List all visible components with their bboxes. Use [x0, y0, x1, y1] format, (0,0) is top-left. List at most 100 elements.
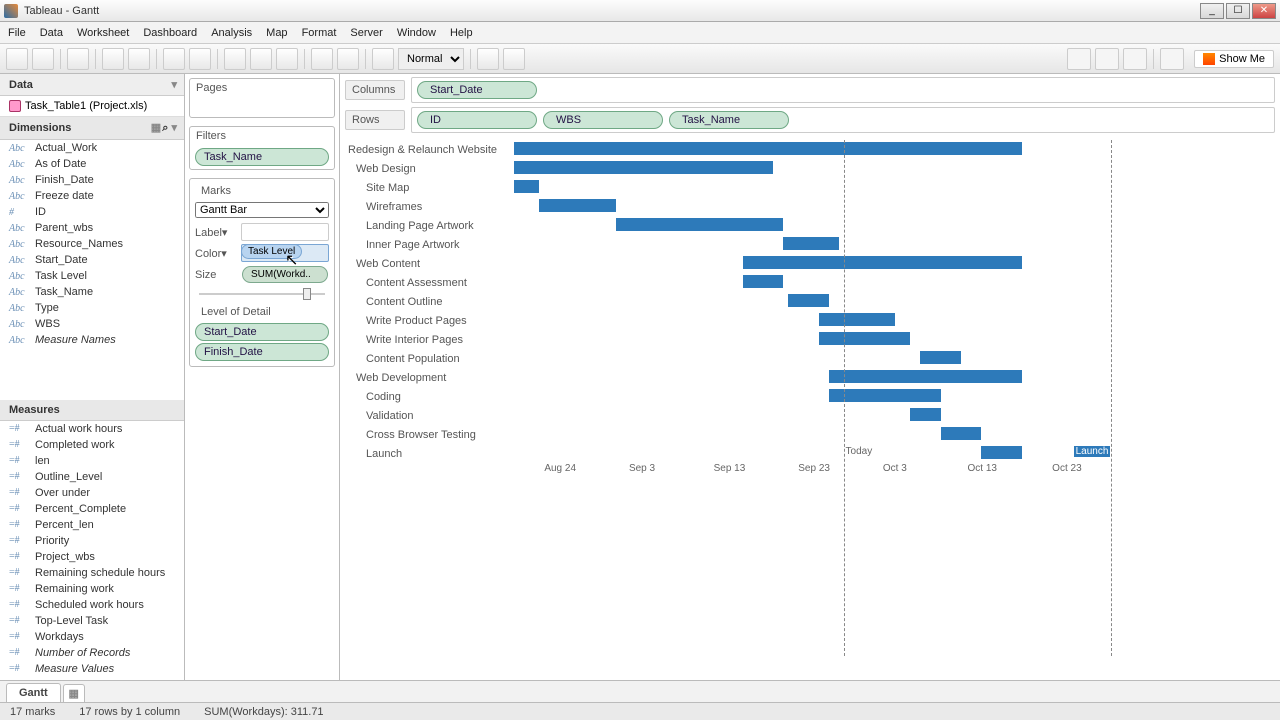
menu-help[interactable]: Help: [450, 27, 473, 39]
card-button-1[interactable]: [1067, 48, 1091, 70]
datasource[interactable]: Task_Table1 (Project.xls): [0, 96, 184, 117]
field-task-name[interactable]: AbcTask_Name: [0, 284, 184, 300]
gantt-bar[interactable]: [616, 218, 784, 231]
field-task-level[interactable]: AbcTask Level: [0, 268, 184, 284]
fit-select[interactable]: Normal: [398, 48, 464, 70]
forward-button[interactable]: [32, 48, 54, 70]
showme-button[interactable]: Show Me: [1194, 50, 1274, 68]
gantt-bar[interactable]: [514, 180, 539, 193]
field-len[interactable]: =#len: [0, 453, 184, 469]
presentation-button[interactable]: [372, 48, 394, 70]
field-priority[interactable]: =#Priority: [0, 533, 184, 549]
gantt-bar[interactable]: [743, 275, 784, 288]
menu-worksheet[interactable]: Worksheet: [77, 27, 129, 39]
rows-pill-wbs[interactable]: WBS: [543, 111, 663, 129]
gantt-bar[interactable]: [829, 370, 1022, 383]
rows-pill-id[interactable]: ID: [417, 111, 537, 129]
field-finish-date[interactable]: AbcFinish_Date: [0, 172, 184, 188]
size-shelf-label[interactable]: Size: [195, 269, 237, 281]
gantt-bar[interactable]: [819, 332, 910, 345]
save-button[interactable]: [67, 48, 89, 70]
minimize-button[interactable]: _: [1200, 3, 1224, 19]
gantt-bar[interactable]: [514, 142, 1022, 155]
view-icon[interactable]: ▦: [151, 122, 159, 134]
connect-button[interactable]: [102, 48, 124, 70]
card-button-2[interactable]: [1095, 48, 1119, 70]
field-scheduled-work-hours[interactable]: =#Scheduled work hours: [0, 597, 184, 613]
field-id[interactable]: #ID: [0, 204, 184, 220]
mark-type-select[interactable]: Gantt Bar: [195, 202, 329, 218]
field-actual-work[interactable]: AbcActual_Work: [0, 140, 184, 156]
menu-server[interactable]: Server: [350, 27, 382, 39]
group-button[interactable]: [311, 48, 333, 70]
lod-pill-finishdate[interactable]: Finish_Date: [195, 343, 329, 361]
columns-pill-startdate[interactable]: Start_Date: [417, 81, 537, 99]
menu-dashboard[interactable]: Dashboard: [143, 27, 197, 39]
field-completed-work[interactable]: =#Completed work: [0, 437, 184, 453]
pin-button[interactable]: [477, 48, 499, 70]
sort-asc-button[interactable]: [250, 48, 272, 70]
lod-pill-startdate[interactable]: Start_Date: [195, 323, 329, 341]
clear-button[interactable]: [189, 48, 211, 70]
field-resource-names[interactable]: AbcResource_Names: [0, 236, 184, 252]
menu-map[interactable]: Map: [266, 27, 287, 39]
menu-window[interactable]: Window: [397, 27, 436, 39]
color-shelf-label[interactable]: Color▾: [195, 247, 237, 260]
refresh-button[interactable]: [128, 48, 150, 70]
label-shelf[interactable]: [241, 223, 329, 241]
gantt-bar[interactable]: [819, 313, 895, 326]
field-start-date[interactable]: AbcStart_Date: [0, 252, 184, 268]
field-number-of-records[interactable]: =#Number of Records: [0, 645, 184, 661]
sort-desc-button[interactable]: [276, 48, 298, 70]
field-as-of-date[interactable]: AbcAs of Date: [0, 156, 184, 172]
field-freeze-date[interactable]: AbcFreeze date: [0, 188, 184, 204]
columns-shelf[interactable]: Start_Date: [411, 77, 1275, 103]
field-parent-wbs[interactable]: AbcParent_wbs: [0, 220, 184, 236]
drag-pill-tasklevel[interactable]: Task Level: [241, 244, 302, 259]
field-percent-complete[interactable]: =#Percent_Complete: [0, 501, 184, 517]
gantt-bar[interactable]: [829, 389, 941, 402]
field-wbs[interactable]: AbcWBS: [0, 316, 184, 332]
size-slider[interactable]: [199, 287, 325, 301]
new-sheet-button[interactable]: ▦: [63, 684, 85, 702]
field-remaining-work[interactable]: =#Remaining work: [0, 581, 184, 597]
field-over-under[interactable]: =#Over under: [0, 485, 184, 501]
home-button[interactable]: [1160, 48, 1184, 70]
field-actual-work-hours[interactable]: =#Actual work hours: [0, 421, 184, 437]
field-type[interactable]: AbcType: [0, 300, 184, 316]
gantt-bar[interactable]: [788, 294, 829, 307]
filter-pill-taskname[interactable]: Task_Name: [195, 148, 329, 166]
gantt-bar[interactable]: [514, 161, 773, 174]
gantt-bar[interactable]: [783, 237, 839, 250]
back-button[interactable]: [6, 48, 28, 70]
gantt-bar[interactable]: [941, 427, 982, 440]
rows-pill-taskname[interactable]: Task_Name: [669, 111, 789, 129]
menu-analysis[interactable]: Analysis: [211, 27, 252, 39]
highlight-button[interactable]: [503, 48, 525, 70]
field-measure-values[interactable]: =#Measure Values: [0, 661, 184, 677]
size-pill[interactable]: SUM(Workd..: [242, 266, 328, 283]
swap-button[interactable]: [224, 48, 246, 70]
field-workdays[interactable]: =#Workdays: [0, 629, 184, 645]
sheet-tab-gantt[interactable]: Gantt: [6, 683, 61, 702]
gantt-bar[interactable]: [910, 408, 940, 421]
pages-shelf[interactable]: Pages: [189, 78, 335, 118]
field-percent-len[interactable]: =#Percent_len: [0, 517, 184, 533]
maximize-button[interactable]: ☐: [1226, 3, 1250, 19]
field-top-level-task[interactable]: =#Top-Level Task: [0, 613, 184, 629]
gantt-bar[interactable]: [539, 199, 615, 212]
close-button[interactable]: ✕: [1252, 3, 1276, 19]
gantt-bar[interactable]: [743, 256, 1022, 269]
field-measure-names[interactable]: AbcMeasure Names: [0, 332, 184, 348]
gantt-bar[interactable]: [920, 351, 961, 364]
label-shelf-label[interactable]: Label▾: [195, 226, 237, 239]
field-outline-level[interactable]: =#Outline_Level: [0, 469, 184, 485]
menu-data[interactable]: Data: [40, 27, 63, 39]
gantt-bar[interactable]: [981, 446, 1022, 459]
search-icon[interactable]: ⌕: [162, 122, 168, 134]
menu-format[interactable]: Format: [302, 27, 337, 39]
color-shelf[interactable]: Task Level: [241, 244, 329, 262]
rows-shelf[interactable]: ID WBS Task_Name: [411, 107, 1275, 133]
menu-file[interactable]: File: [8, 27, 26, 39]
field-remaining-schedule-hours[interactable]: =#Remaining schedule hours: [0, 565, 184, 581]
